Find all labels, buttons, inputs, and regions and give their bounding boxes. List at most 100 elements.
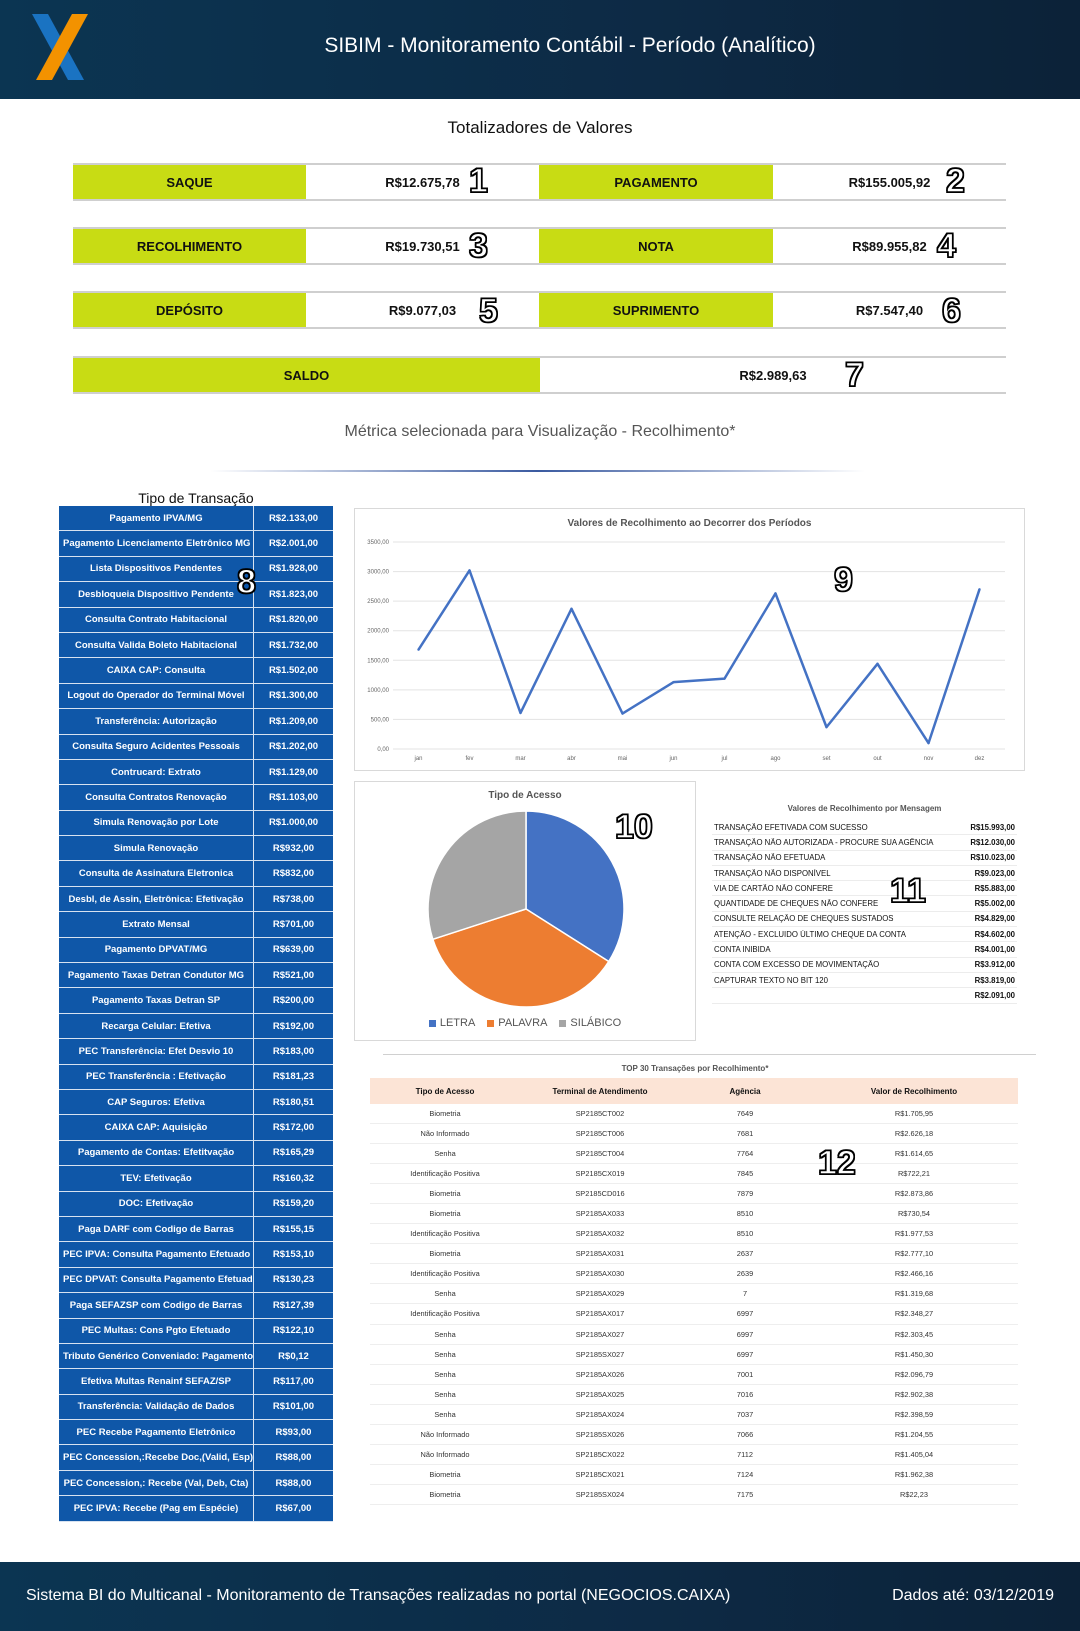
top30-cell: R$730,54 bbox=[897, 1209, 931, 1219]
transaction-type-row: PEC Multas: Cons Pgto Efetuado R$122,10 bbox=[59, 1318, 333, 1344]
transaction-type-name: Pagamento Taxas Detran Condutor MG bbox=[67, 969, 245, 981]
line-chart: 0,00 500,00 1000,00 1500,00 2000,00 2500,00 30… bbox=[367, 540, 1005, 762]
y-tick-label: 2500,00 bbox=[367, 599, 389, 605]
transaction-type-name: PEC Concession,:Recebe Doc,(Valid, Esp) bbox=[63, 1452, 253, 1464]
top30-cell: Biometria bbox=[429, 1469, 461, 1479]
transaction-type-value: R$101,00 bbox=[253, 1394, 333, 1420]
transaction-type-row: Pagamento Licenciamento Eletrônico MG R$2… bbox=[59, 531, 333, 557]
message-value: R$15.993,00 bbox=[970, 822, 1015, 832]
top30-row: Biometria SP2185CT002 7649 R$1.705,95 bbox=[370, 1104, 1018, 1125]
transaction-type-value: R$701,00 bbox=[253, 912, 333, 937]
line-data-point bbox=[417, 648, 420, 651]
transaction-type-row: Pagamento IPVA/MG R$2.133,00 bbox=[59, 506, 333, 532]
footer-description: Sistema BI do Multicanal - Monitoramento… bbox=[26, 1587, 731, 1604]
top30-cell: Identificação Positiva bbox=[410, 1229, 480, 1239]
message-name: CONSULTE RELAÇÃO DE CHEQUES SUSTADOS bbox=[714, 914, 894, 924]
message-value: R$12.030,00 bbox=[970, 837, 1015, 847]
transaction-type-name: Consulta de Assinatura Eletronica bbox=[78, 868, 234, 880]
transaction-type-name: PEC Transferência : Efetivação bbox=[86, 1071, 226, 1083]
message-row: CONTA COM EXCESSO DE MOVIMENTAÇÃO R$3.912… bbox=[712, 958, 1017, 973]
transaction-type-value: R$2.001,00 bbox=[253, 531, 333, 556]
messages-table: TRANSAÇÃO EFETIVADA COM SUCESSO R$15.993,… bbox=[712, 820, 1017, 1004]
pie-legend-item: LETRA bbox=[428, 1017, 475, 1029]
transaction-type-name: PEC Concession,: Recebe (Val, Deb, Cta) bbox=[63, 1477, 249, 1489]
x-tick-label: dez bbox=[975, 756, 985, 762]
line-data-point bbox=[621, 712, 624, 715]
legend-swatch bbox=[428, 1019, 436, 1027]
top30-cell: SP2185AX026 bbox=[575, 1369, 625, 1379]
top30-row: Biometria SP2185CX021 7124 R$1.962,38 bbox=[370, 1465, 1018, 1485]
nota-value: R$89.955,82 bbox=[773, 229, 1006, 263]
transaction-type-value: R$932,00 bbox=[253, 836, 333, 861]
transaction-type-value: R$832,00 bbox=[253, 861, 333, 886]
transaction-type-name: Pagamento Taxas Detran SP bbox=[91, 995, 221, 1007]
badge-3: 3 bbox=[468, 227, 488, 265]
top30-row: Não Informado SP2185CX022 7112 R$1.405,04 bbox=[370, 1445, 1018, 1465]
line-data-point bbox=[774, 592, 777, 595]
badge-4: 4 bbox=[936, 227, 956, 265]
top30-cell: 8510 bbox=[736, 1209, 754, 1219]
transaction-type-row: Consulta Seguro Acidentes Pessoais R$1.20… bbox=[59, 734, 333, 760]
transaction-type-name: Consulta Seguro Acidentes Pessoais bbox=[72, 741, 240, 753]
message-row: R$2.091,00 bbox=[712, 988, 1017, 1004]
transaction-type-name: Paga SEFAZSP com Codigo de Barras bbox=[69, 1299, 243, 1311]
transaction-type-title: Tipo de Transação bbox=[138, 490, 254, 506]
message-row: TRANSAÇÃO NÃO DISPONÍVEL R$9.023,00 bbox=[712, 866, 1017, 882]
badge-5: 5 bbox=[478, 292, 498, 330]
transaction-type-row: Logout do Operador do Terminal Móvel R$1.… bbox=[59, 683, 333, 710]
transaction-type-row: PEC Transferência : Efetivação R$181,23 bbox=[59, 1064, 333, 1090]
top30-cell: SP2185SX026 bbox=[575, 1429, 625, 1439]
line-data-point bbox=[825, 725, 828, 729]
message-row: TRANSAÇÃO NÃO EFETUADA R$10.023,00 bbox=[712, 851, 1017, 866]
badge-11: 11 bbox=[889, 872, 926, 910]
top30-row: Identificação Positiva SP2185AX017 6997 R$2… bbox=[370, 1304, 1018, 1325]
top30-row: Biometria SP2185AX031 2637 R$2.777,10 bbox=[370, 1244, 1018, 1265]
line-data-point bbox=[876, 662, 879, 666]
top30-cell: SP2185AX032 bbox=[575, 1229, 625, 1239]
message-value: R$4.001,00 bbox=[974, 945, 1015, 955]
line-data-point bbox=[927, 741, 930, 745]
top30-cell: R$2.096,79 bbox=[894, 1369, 934, 1379]
header-bar: SIBIM - Monitoramento Contábil - Período… bbox=[0, 0, 1080, 99]
top30-row: Senha SP2185AX026 7001 R$2.096,79 bbox=[370, 1365, 1018, 1385]
top30-cell: SP2185CX022 bbox=[575, 1449, 625, 1459]
badge-7: 7 bbox=[844, 356, 864, 394]
legend-label: SILÁBICO bbox=[570, 1017, 622, 1029]
top30-cell: 7649 bbox=[736, 1109, 754, 1119]
message-row: QUANTIDADE DE CHEQUES NÃO CONFERE R$5.002… bbox=[712, 896, 1017, 912]
transaction-type-name: Simula Renovação bbox=[113, 842, 199, 854]
top30-cell: Identificação Positiva bbox=[410, 1269, 480, 1279]
message-row: ATENÇÃO - EXCLUIDO ÚLTIMO CHEQUE DA CONT… bbox=[712, 927, 1017, 943]
message-value: R$2.091,00 bbox=[974, 990, 1015, 1000]
top30-cell: Identificação Positiva bbox=[410, 1169, 480, 1179]
transaction-type-row: PEC Transferência: Efet Desvio 10 R$183,0… bbox=[59, 1039, 333, 1065]
transaction-type-name: Desbl, de Assin, Eletrônica: Efetivação bbox=[68, 893, 244, 905]
transaction-type-name: Tributo Genérico Conveniado: Pagamento bbox=[63, 1350, 253, 1362]
top30-cell: SP2185CX021 bbox=[575, 1469, 625, 1479]
transaction-type-row: Pagamento de Contas: Efetitvação R$165,29 bbox=[59, 1140, 333, 1167]
transaction-type-row: PEC Concession,:Recebe Doc,(Valid, Esp) R… bbox=[59, 1445, 333, 1471]
top30-cell: 2639 bbox=[736, 1269, 754, 1279]
transaction-type-row: Recarga Celular: Efetiva R$192,00 bbox=[59, 1013, 333, 1040]
top30-cell: Biometria bbox=[429, 1249, 461, 1259]
message-row: VIA DE CARTÃO NÃO CONFERE R$5.883,00 bbox=[712, 881, 1017, 897]
top30-cell: R$1.962,38 bbox=[894, 1469, 934, 1479]
transaction-type-value: R$160,32 bbox=[253, 1166, 333, 1191]
top30-cell: 6997 bbox=[736, 1329, 754, 1339]
transaction-type-value: R$183,00 bbox=[253, 1039, 333, 1064]
transaction-type-value: R$2.133,00 bbox=[253, 506, 333, 531]
transaction-type-name: Extrato Mensal bbox=[122, 918, 190, 930]
message-name: CONTA INIBIDA bbox=[714, 945, 771, 955]
top30-cell: 6997 bbox=[736, 1349, 754, 1359]
transaction-type-value: R$0,12 bbox=[253, 1343, 333, 1369]
message-name: CONTA COM EXCESSO DE MOVIMENTAÇÃO bbox=[714, 960, 880, 970]
transaction-type-value: R$1.820,00 bbox=[253, 607, 333, 632]
transaction-type-value: R$93,00 bbox=[253, 1420, 333, 1445]
top30-cell: R$2.902,38 bbox=[894, 1389, 934, 1399]
transaction-type-row: Simula Renovação por Lote R$1.000,00 bbox=[59, 810, 333, 837]
transaction-type-name: PEC IPVA: Recebe (Pag em Espécie) bbox=[73, 1502, 239, 1514]
transaction-type-table: Pagamento IPVA/MG R$2.133,00 Pagamento Lic… bbox=[59, 506, 333, 1522]
top30-cell: R$1.450,30 bbox=[894, 1349, 934, 1359]
line-data-point bbox=[723, 677, 726, 680]
top30-cell: Biometria bbox=[429, 1209, 461, 1219]
